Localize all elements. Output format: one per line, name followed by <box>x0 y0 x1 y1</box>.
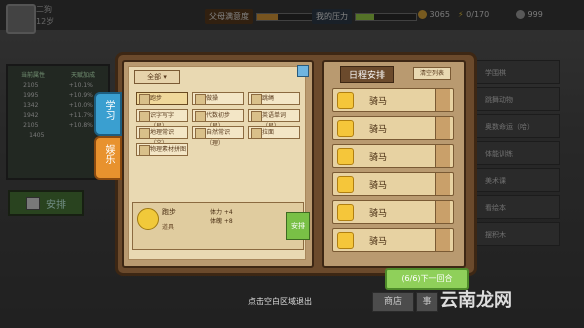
detail-stat-1: 体力 +4 <box>210 209 233 216</box>
activity-icon <box>139 145 150 156</box>
activity-icon <box>139 94 150 105</box>
arrange-button[interactable]: 安排 <box>286 212 310 240</box>
schedule-slot[interactable]: 骑马 <box>332 144 454 168</box>
schedule-slot[interactable]: 骑马 <box>332 172 454 196</box>
smile-face-icon <box>337 120 354 137</box>
activity-item[interactable]: 拉面 <box>248 126 300 139</box>
detail-name: 跑步 <box>162 208 176 216</box>
activity-label: 做操 <box>206 95 219 102</box>
exit-hint: 点击空白区域退出 <box>248 297 312 306</box>
activity-item[interactable]: 物理素材拼图 <box>136 143 188 156</box>
activity-item[interactable]: 识字写字（易） <box>136 109 188 130</box>
activity-icon <box>251 128 262 139</box>
smile-face-icon <box>337 148 354 165</box>
activity-icon <box>195 111 206 122</box>
clear-list-button[interactable]: 清空列表 <box>413 67 451 80</box>
tab-entertainment-label: 娱乐 <box>103 144 114 164</box>
schedule-slot[interactable]: 骑马 <box>332 228 454 252</box>
activity-icon <box>251 94 262 105</box>
schedule-slot-label: 骑马 <box>369 181 388 191</box>
activity-item[interactable]: 跑步 <box>136 92 188 105</box>
activity-label: 拉面 <box>262 129 275 136</box>
events-button[interactable]: 事 <box>416 292 438 312</box>
schedule-slot-label: 骑马 <box>369 153 388 163</box>
smile-face-icon <box>337 92 354 109</box>
filter-dropdown[interactable]: 全部 ▾ <box>134 70 180 84</box>
drag-handle-icon[interactable] <box>435 201 450 223</box>
activity-item[interactable]: 地理常识（文） <box>136 126 188 147</box>
detail-sub: 道具 <box>162 224 175 231</box>
activity-item[interactable]: 代数初步（易） <box>192 109 244 130</box>
schedule-slot[interactable]: 骑马 <box>332 116 454 140</box>
schedule-slot-label: 骑马 <box>369 125 388 135</box>
filter-dropdown-label: 全部 <box>147 73 162 81</box>
activity-label: 跑步 <box>150 95 163 102</box>
drag-handle-icon[interactable] <box>435 229 450 251</box>
drag-handle-icon[interactable] <box>435 173 450 195</box>
activity-icon <box>251 111 262 122</box>
activity-label: 物理素材拼图 <box>150 146 187 153</box>
close-icon[interactable] <box>297 65 309 77</box>
drag-handle-icon[interactable] <box>435 117 450 139</box>
chick-icon <box>137 208 159 230</box>
activity-icon <box>139 128 150 139</box>
drag-handle-icon[interactable] <box>435 145 450 167</box>
detail-stat-2: 体魄 +8 <box>210 218 233 225</box>
schedule-slot-label: 骑马 <box>369 237 388 247</box>
schedule-slot[interactable]: 骑马 <box>332 200 454 224</box>
activity-item[interactable]: 自然常识（理） <box>192 126 244 147</box>
activity-item[interactable]: 做操 <box>192 92 244 105</box>
smile-face-icon <box>337 176 354 193</box>
activity-label: 跳绳 <box>262 95 275 102</box>
activity-item[interactable]: 英语单词（易） <box>248 109 300 130</box>
activity-icon <box>195 128 206 139</box>
schedule-slot-label: 骑马 <box>369 97 388 107</box>
schedule-title: 日程安排 <box>340 66 395 83</box>
smile-face-icon <box>337 232 354 249</box>
activity-icon <box>195 94 206 105</box>
watermark-text: 云南龙网 <box>440 290 512 311</box>
activity-icon <box>139 111 150 122</box>
activity-item[interactable]: 跳绳 <box>248 92 300 105</box>
smile-face-icon <box>337 204 354 221</box>
tab-study-label: 学习 <box>103 100 114 120</box>
chevron-down-icon: ▾ <box>163 73 167 81</box>
schedule-slot-label: 骑马 <box>369 209 388 219</box>
tab-entertainment[interactable]: 娱乐 <box>94 136 122 180</box>
schedule-slot[interactable]: 骑马 <box>332 88 454 112</box>
drag-handle-icon[interactable] <box>435 89 450 111</box>
tab-study[interactable]: 学习 <box>94 92 122 136</box>
shop-button[interactable]: 商店 <box>372 292 414 312</box>
